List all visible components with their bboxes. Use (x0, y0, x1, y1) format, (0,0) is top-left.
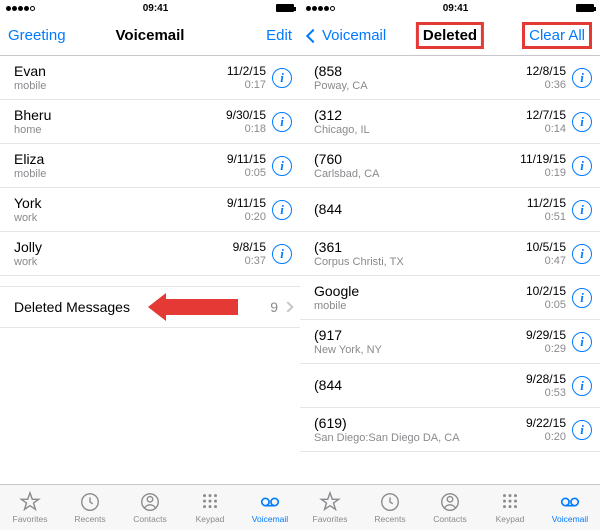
deleted-messages-row[interactable]: Deleted Messages 9 (0, 286, 300, 328)
tab-contacts[interactable]: Contacts (420, 485, 480, 530)
tab-favorites[interactable]: Favorites (0, 485, 60, 530)
tab-recents[interactable]: Recents (360, 485, 420, 530)
star-icon (19, 491, 41, 513)
caller-sub: mobile (14, 80, 227, 92)
tab-voicemail[interactable]: Voicemail (540, 485, 600, 530)
voicemail-row[interactable]: (917New York, NY9/29/150:29i (300, 320, 600, 364)
greeting-button[interactable]: Greeting (8, 27, 78, 44)
info-icon[interactable]: i (572, 200, 592, 220)
status-time: 09:41 (143, 3, 169, 14)
voicemail-row[interactable]: (8449/28/150:53i (300, 364, 600, 408)
person-icon (139, 491, 161, 513)
tab-favorites[interactable]: Favorites (300, 485, 360, 530)
tab-recents[interactable]: Recents (60, 485, 120, 530)
tab-contacts[interactable]: Contacts (120, 485, 180, 530)
tab-bar: Favorites Recents Contacts Keypad Voicem… (0, 484, 300, 530)
deleted-count: 9 (270, 299, 278, 315)
status-bar: 09:41 (0, 0, 300, 16)
info-icon[interactable]: i (572, 376, 592, 396)
info-icon[interactable]: i (572, 68, 592, 88)
tab-keypad[interactable]: Keypad (180, 485, 240, 530)
star-icon (319, 491, 341, 513)
voicemail-row[interactable]: Googlemobile10/2/150:05i (300, 276, 600, 320)
voicemail-icon (559, 491, 581, 513)
deleted-list[interactable]: (858Poway, CA12/8/150:36i (312Chicago, I… (300, 56, 600, 484)
edit-button[interactable]: Edit (222, 27, 292, 44)
phone-deleted: 09:41 Voicemail Deleted Clear All (858Po… (300, 0, 600, 530)
voicemail-row[interactable]: (84411/2/150:51i (300, 188, 600, 232)
clock-icon (79, 491, 101, 513)
page-title: Voicemail (116, 27, 185, 44)
info-icon[interactable]: i (572, 332, 592, 352)
voicemail-row[interactable]: Bheruhome 9/30/150:18 i (0, 100, 300, 144)
info-icon[interactable]: i (572, 244, 592, 264)
signal-dots-icon (306, 6, 335, 11)
voicemail-row[interactable]: Yorkwork 9/11/150:20 i (0, 188, 300, 232)
nav-bar: Greeting Voicemail Edit (0, 16, 300, 56)
status-time: 09:41 (443, 3, 469, 14)
vm-date: 11/2/15 (227, 64, 266, 78)
info-icon[interactable]: i (572, 156, 592, 176)
tab-keypad[interactable]: Keypad (480, 485, 540, 530)
page-title: Deleted (416, 22, 484, 49)
caller-name: Evan (14, 63, 227, 79)
clear-all-button[interactable]: Clear All (522, 22, 592, 49)
info-icon[interactable]: i (572, 420, 592, 440)
voicemail-row[interactable]: (760Carlsbad, CA11/19/150:19i (300, 144, 600, 188)
info-icon[interactable]: i (272, 200, 292, 220)
voicemail-row[interactable]: (312Chicago, IL12/7/150:14i (300, 100, 600, 144)
person-icon (439, 491, 461, 513)
voicemail-row[interactable]: Jollywork 9/8/150:37 i (0, 232, 300, 276)
chevron-right-icon (282, 301, 293, 312)
keypad-icon (499, 491, 521, 513)
voicemail-icon (259, 491, 281, 513)
vm-duration: 0:17 (227, 79, 266, 91)
clock-icon (379, 491, 401, 513)
voicemail-row[interactable]: (858Poway, CA12/8/150:36i (300, 56, 600, 100)
battery-icon (276, 4, 294, 12)
voicemail-row[interactable]: (361Corpus Christi, TX10/5/150:47i (300, 232, 600, 276)
nav-bar: Voicemail Deleted Clear All (300, 16, 600, 56)
status-bar: 09:41 (300, 0, 600, 16)
signal-dots-icon (6, 6, 35, 11)
tab-bar: Favorites Recents Contacts Keypad Voicem… (300, 484, 600, 530)
deleted-label: Deleted Messages (14, 299, 270, 315)
voicemail-list[interactable]: Evanmobile 11/2/150:17 i Bheruhome 9/30/… (0, 56, 300, 484)
info-icon[interactable]: i (272, 156, 292, 176)
battery-icon (576, 4, 594, 12)
back-button[interactable]: Voicemail (308, 27, 386, 44)
info-icon[interactable]: i (272, 68, 292, 88)
voicemail-row[interactable]: Evanmobile 11/2/150:17 i (0, 56, 300, 100)
voicemail-row[interactable]: Elizamobile 9/11/150:05 i (0, 144, 300, 188)
info-icon[interactable]: i (572, 288, 592, 308)
chevron-left-icon (306, 28, 320, 42)
tab-voicemail[interactable]: Voicemail (240, 485, 300, 530)
info-icon[interactable]: i (572, 112, 592, 132)
phone-voicemail: 09:41 Greeting Voicemail Edit Evanmobile… (0, 0, 300, 530)
info-icon[interactable]: i (272, 112, 292, 132)
voicemail-row[interactable]: (619)San Diego:San Diego DA, CA9/22/150:… (300, 408, 600, 452)
info-icon[interactable]: i (272, 244, 292, 264)
keypad-icon (199, 491, 221, 513)
